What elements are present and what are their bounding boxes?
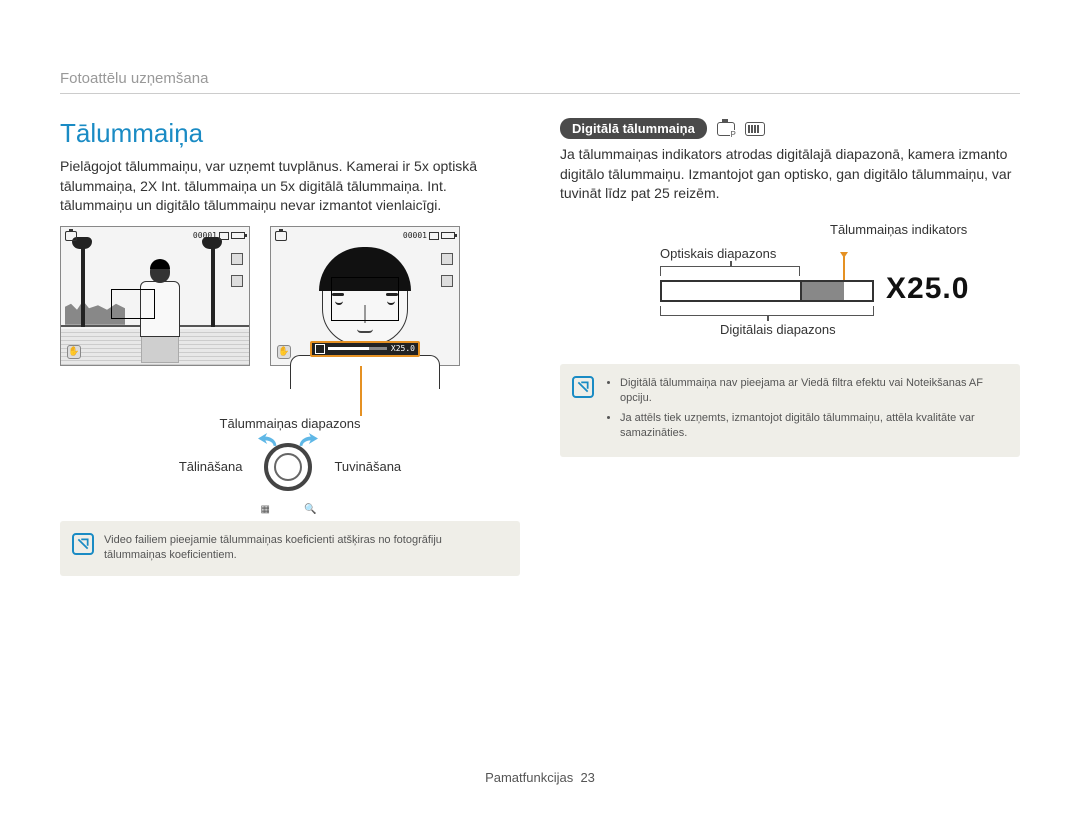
battery-icon xyxy=(441,232,455,239)
indicator-pointer xyxy=(843,252,845,280)
callout-line xyxy=(360,366,362,416)
digital-range-label: Digitālais diapazons xyxy=(720,322,836,337)
page-footer: Pamatfunkcijas 23 xyxy=(0,770,1080,785)
breadcrumb: Fotoattēlu uzņemšana xyxy=(60,70,1020,94)
film-icon xyxy=(219,232,229,240)
zoom-bar-value: X25.0 xyxy=(391,344,415,353)
shot-counter: 00001 xyxy=(403,231,427,240)
intro-left: Pielāgojot tālummaiņu, var uzņemt tuvplā… xyxy=(60,157,520,216)
intro-right: Ja tālummaiņas indikators atrodas digitā… xyxy=(560,145,1020,204)
video-mode-icon xyxy=(745,122,765,136)
mode-indicator-icon xyxy=(441,253,453,265)
film-icon xyxy=(429,232,439,240)
flash-indicator-icon xyxy=(231,275,243,287)
zoom-range-label: Tālummaiņas diapazons xyxy=(60,416,520,431)
footer-page: 23 xyxy=(580,770,594,785)
stabilizer-icon: ✋ xyxy=(67,345,81,359)
photo-mode-icon xyxy=(717,122,735,136)
flash-indicator-icon xyxy=(441,275,453,287)
optical-range-label: Optiskais diapazons xyxy=(660,246,776,261)
note-box-left: Video failiem pieejamie tālummaiņas koef… xyxy=(60,521,520,576)
battery-icon xyxy=(231,232,245,239)
zoom-dial: ▦ 🔍 xyxy=(256,435,320,499)
preview-wide: /* filled by css child elems below */ 00… xyxy=(60,226,250,366)
footer-section: Pamatfunkcijas xyxy=(485,770,573,785)
indicator-diagram: Tālummaiņas indikators Optiskais diapazo… xyxy=(660,222,1020,342)
camera-icon xyxy=(65,231,77,241)
note-icon xyxy=(572,376,594,398)
zoom-in-label: Tuvināšana xyxy=(334,459,401,474)
dial-plus-icon: 🔍 xyxy=(304,504,316,515)
section-chip: Digitālā tālummaiņa xyxy=(560,118,707,139)
shot-counter: 00001 xyxy=(193,231,217,240)
dial-minus-icon: ▦ xyxy=(260,504,269,515)
note-item: Digitālā tālummaiņa nav pieejama ar Vied… xyxy=(620,376,1006,407)
stabilizer-icon: ✋ xyxy=(277,345,291,359)
zoom-value: X25.0 xyxy=(886,272,969,306)
mode-indicator-icon xyxy=(231,253,243,265)
note-icon xyxy=(72,533,94,555)
page-title: Tālummaiņa xyxy=(60,118,520,149)
zoom-out-label: Tālināšana xyxy=(179,459,243,474)
zoom-bar-icon xyxy=(315,344,325,354)
note-box-right: Digitālā tālummaiņa nav pieejama ar Vied… xyxy=(560,364,1020,458)
note-text-left: Video failiem pieejamie tālummaiņas koef… xyxy=(104,533,506,564)
zoom-bar: X25.0 xyxy=(310,341,420,357)
note-list-right: Digitālā tālummaiņa nav pieejama ar Vied… xyxy=(604,376,1006,446)
camera-icon xyxy=(275,231,287,241)
preview-zoomed: 00001 ✋ X25.0 xyxy=(270,226,460,366)
indicator-label: Tālummaiņas indikators xyxy=(830,222,967,237)
note-item: Ja attēls tiek uzņemts, izmantojot digit… xyxy=(620,411,1006,442)
